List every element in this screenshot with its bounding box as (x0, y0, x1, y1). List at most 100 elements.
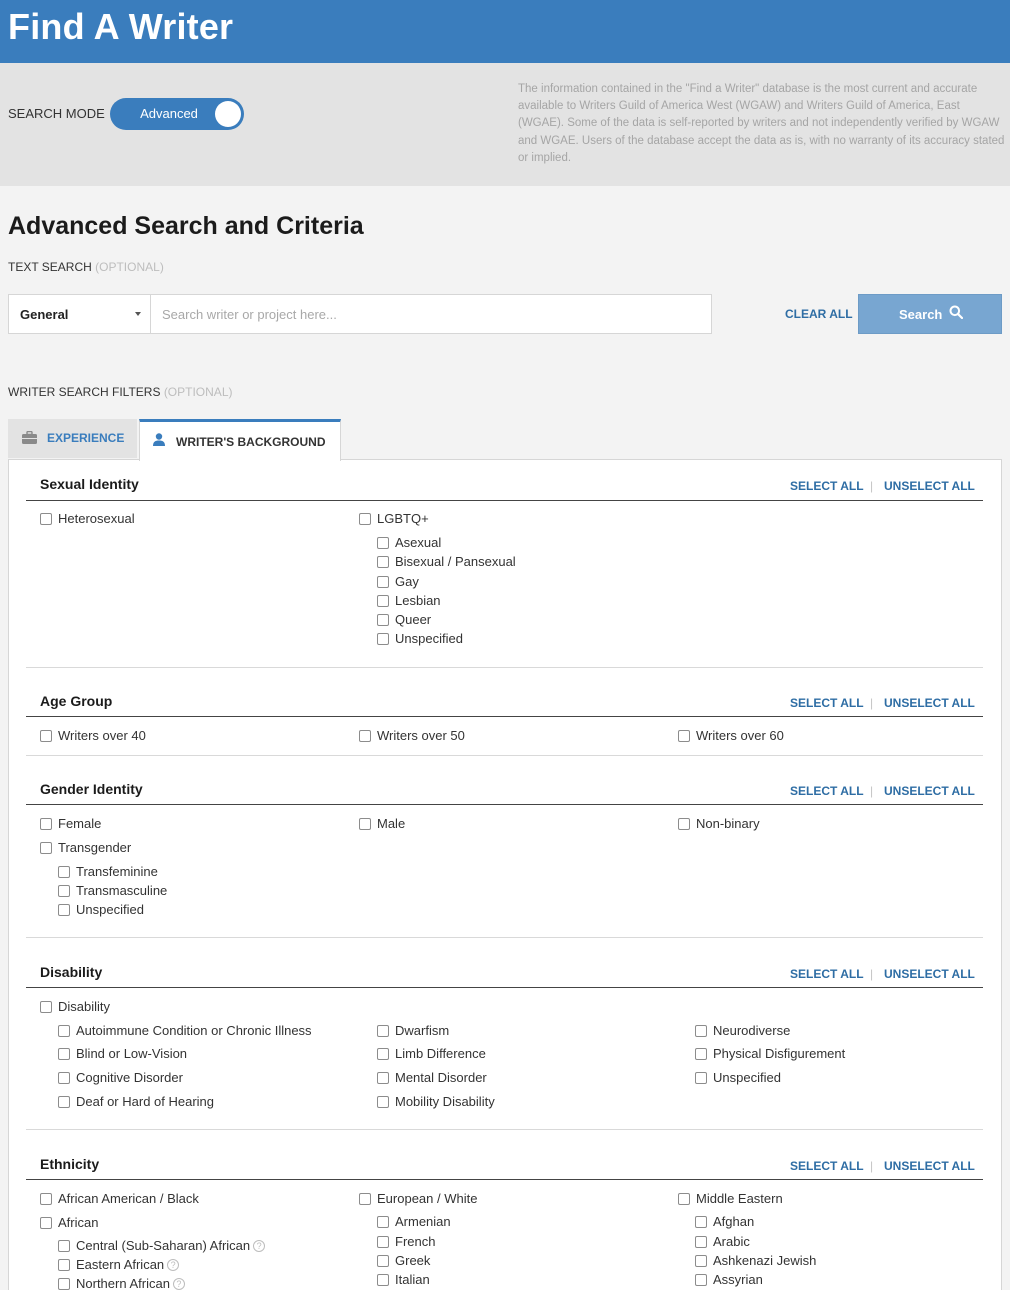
divider: | (870, 967, 874, 981)
checkbox-box (678, 818, 690, 830)
checkbox-label: LGBTQ+ (377, 511, 429, 526)
ethnicity-unselect-all[interactable]: UNSELECT ALL (884, 1159, 975, 1173)
help-icon[interactable]: ? (172, 1278, 185, 1290)
checkbox-box (40, 1193, 52, 1205)
checkbox-box (377, 1274, 389, 1286)
checkbox-box (377, 537, 389, 549)
checkbox-box (377, 1072, 389, 1084)
checkbox-box (58, 1096, 70, 1108)
tab-experience[interactable]: EXPERIENCE (8, 419, 137, 458)
checkbox-box (377, 556, 389, 568)
disability-title: Disability (40, 964, 103, 980)
checkbox-box (58, 866, 70, 878)
age-group-select-all[interactable]: SELECT ALL (790, 696, 864, 710)
search-row: General (8, 294, 712, 334)
checkbox-box (678, 730, 690, 742)
checkbox-label: Ashkenazi Jewish (713, 1253, 817, 1268)
checkbox-box (58, 1240, 70, 1252)
checkbox-label: Italian (395, 1272, 430, 1287)
checkbox-label: Deaf or Hard of Hearing (76, 1094, 215, 1109)
gender-identity-title: Gender Identity (40, 781, 143, 797)
ethnicity-select-all[interactable]: SELECT ALL (790, 1159, 864, 1173)
checkbox-box (377, 595, 389, 607)
sexual-identity-unselect-all[interactable]: UNSELECT ALL (884, 479, 975, 493)
search-mode-toggle[interactable]: Advanced (110, 98, 244, 130)
help-icon[interactable]: ? (253, 1240, 266, 1252)
checkbox-box (58, 1048, 70, 1060)
checkbox-box (377, 1025, 389, 1037)
sexual-identity-select-all[interactable]: SELECT ALL (790, 479, 864, 493)
checkbox-box (58, 1259, 70, 1271)
gender-identity-select-all[interactable]: SELECT ALL (790, 784, 864, 798)
disability-select-all[interactable]: SELECT ALL (790, 967, 864, 981)
divider: | (870, 696, 874, 710)
checkbox-box (695, 1274, 707, 1286)
divider: | (870, 784, 874, 798)
checkbox-label: Afghan (713, 1214, 755, 1229)
group-rule (26, 716, 983, 717)
text-search-label: TEXT SEARCH (OPTIONAL) (8, 260, 164, 274)
search-input[interactable] (150, 294, 712, 334)
search-mode-toggle-text: Advanced (140, 106, 198, 121)
search-button[interactable]: Search (858, 294, 1002, 334)
age-group-title: Age Group (40, 693, 113, 709)
group-separator (26, 937, 983, 938)
group-separator (26, 667, 983, 668)
checkbox-box (359, 818, 371, 830)
checkbox-label: Neurodiverse (713, 1023, 791, 1038)
checkbox-label: Heterosexual (58, 511, 135, 526)
checkbox-label: Arabic (713, 1234, 750, 1249)
search-category-dropdown[interactable]: General (8, 294, 151, 334)
checkbox-label: Asexual (395, 535, 442, 550)
checkbox-box (377, 633, 389, 645)
checkbox-label: Northern African (76, 1276, 170, 1290)
group-rule (26, 500, 983, 501)
checkbox-box (58, 1278, 70, 1290)
divider: | (870, 1159, 874, 1173)
checkbox-label: Unspecified (713, 1070, 781, 1085)
clear-all-link[interactable]: CLEAR ALL (785, 307, 853, 321)
checkbox-label: Writers over 50 (377, 728, 465, 743)
sexual-identity-title: Sexual Identity (40, 476, 139, 492)
search-mode-label: SEARCH MODE (8, 106, 105, 121)
checkbox-label: Middle Eastern (696, 1191, 783, 1206)
checkbox-label: Mental Disorder (395, 1070, 487, 1085)
briefcase-icon (22, 430, 37, 449)
disability-unselect-all[interactable]: UNSELECT ALL (884, 967, 975, 981)
checkbox-box (377, 1048, 389, 1060)
checkbox-label: Central (Sub-Saharan) African (76, 1238, 251, 1253)
checkbox-box (40, 818, 52, 830)
checkbox-label: Unspecified (76, 902, 144, 917)
search-icon (949, 305, 964, 324)
toggle-knob (215, 101, 241, 127)
page-title: Advanced Search and Criteria (8, 212, 364, 240)
gender-identity-unselect-all[interactable]: UNSELECT ALL (884, 784, 975, 798)
checkbox-label: Armenian (395, 1214, 451, 1229)
checkbox-box (695, 1072, 707, 1084)
age-group-unselect-all[interactable]: UNSELECT ALL (884, 696, 975, 710)
checkbox-label: Writers over 40 (58, 728, 146, 743)
checkbox-label: Transfeminine (76, 864, 158, 879)
checkbox-label: Limb Difference (395, 1046, 486, 1061)
checkbox-box (359, 1193, 371, 1205)
checkbox-label: Transgender (58, 840, 132, 855)
group-separator (26, 755, 983, 756)
header-bar: Find A Writer (0, 0, 1010, 63)
tab-writers-background[interactable]: WRITER'S BACKGROUND (139, 419, 341, 461)
checkbox-box (377, 1216, 389, 1228)
checkbox-box (58, 1072, 70, 1084)
checkbox-box (377, 1236, 389, 1248)
help-icon[interactable]: ? (167, 1259, 180, 1271)
checkbox-label: Lesbian (395, 593, 441, 608)
divider: | (870, 479, 874, 493)
checkbox-box (58, 885, 70, 897)
checkbox-box (377, 1255, 389, 1267)
checkbox-box (695, 1048, 707, 1060)
checkbox-label: Queer (395, 612, 432, 627)
checkbox-label: Writers over 60 (696, 728, 784, 743)
checkbox-label: Disability (58, 999, 111, 1014)
checkbox-label: Physical Disfigurement (713, 1046, 846, 1061)
checkbox-label: Autoimmune Condition or Chronic Illness (76, 1023, 312, 1038)
checkbox-label: Gay (395, 574, 419, 589)
checkbox-box (40, 513, 52, 525)
